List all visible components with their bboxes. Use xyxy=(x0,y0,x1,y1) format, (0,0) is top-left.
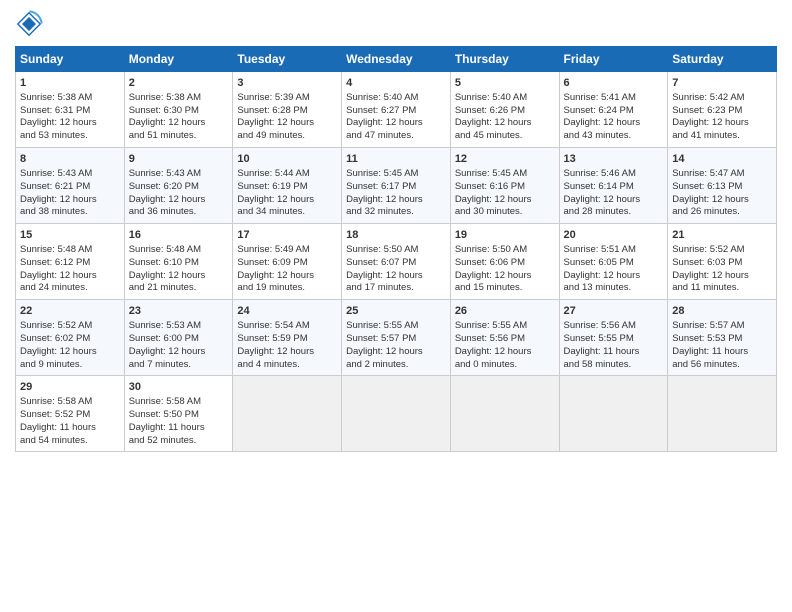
col-header-friday: Friday xyxy=(559,47,668,72)
logo xyxy=(15,10,47,38)
calendar-cell: 11Sunrise: 5:45 AMSunset: 6:17 PMDayligh… xyxy=(342,148,451,224)
day-number: 19 xyxy=(455,228,555,243)
calendar-cell: 6Sunrise: 5:41 AMSunset: 6:24 PMDaylight… xyxy=(559,72,668,148)
day-number: 3 xyxy=(237,76,337,91)
calendar-cell: 2Sunrise: 5:38 AMSunset: 6:30 PMDaylight… xyxy=(124,72,233,148)
day-number: 28 xyxy=(672,304,772,319)
day-number: 21 xyxy=(672,228,772,243)
day-number: 29 xyxy=(20,380,120,395)
day-number: 14 xyxy=(672,152,772,167)
day-number: 11 xyxy=(346,152,446,167)
calendar-cell: 17Sunrise: 5:49 AMSunset: 6:09 PMDayligh… xyxy=(233,224,342,300)
day-number: 2 xyxy=(129,76,229,91)
day-number: 8 xyxy=(20,152,120,167)
calendar-cell: 8Sunrise: 5:43 AMSunset: 6:21 PMDaylight… xyxy=(16,148,125,224)
day-number: 6 xyxy=(564,76,664,91)
logo-icon xyxy=(15,10,43,38)
day-number: 9 xyxy=(129,152,229,167)
calendar-cell: 30Sunrise: 5:58 AMSunset: 5:50 PMDayligh… xyxy=(124,376,233,452)
calendar-cell: 20Sunrise: 5:51 AMSunset: 6:05 PMDayligh… xyxy=(559,224,668,300)
day-number: 27 xyxy=(564,304,664,319)
calendar-cell: 13Sunrise: 5:46 AMSunset: 6:14 PMDayligh… xyxy=(559,148,668,224)
calendar-row: 22Sunrise: 5:52 AMSunset: 6:02 PMDayligh… xyxy=(16,300,777,376)
calendar-cell: 3Sunrise: 5:39 AMSunset: 6:28 PMDaylight… xyxy=(233,72,342,148)
calendar-cell xyxy=(668,376,777,452)
calendar-cell: 4Sunrise: 5:40 AMSunset: 6:27 PMDaylight… xyxy=(342,72,451,148)
day-number: 25 xyxy=(346,304,446,319)
day-number: 4 xyxy=(346,76,446,91)
day-number: 26 xyxy=(455,304,555,319)
calendar-cell: 24Sunrise: 5:54 AMSunset: 5:59 PMDayligh… xyxy=(233,300,342,376)
header xyxy=(15,10,777,38)
calendar-cell: 7Sunrise: 5:42 AMSunset: 6:23 PMDaylight… xyxy=(668,72,777,148)
calendar-cell: 26Sunrise: 5:55 AMSunset: 5:56 PMDayligh… xyxy=(450,300,559,376)
calendar-cell: 19Sunrise: 5:50 AMSunset: 6:06 PMDayligh… xyxy=(450,224,559,300)
calendar-table: SundayMondayTuesdayWednesdayThursdayFrid… xyxy=(15,46,777,452)
day-number: 16 xyxy=(129,228,229,243)
day-number: 7 xyxy=(672,76,772,91)
calendar-cell: 25Sunrise: 5:55 AMSunset: 5:57 PMDayligh… xyxy=(342,300,451,376)
day-number: 22 xyxy=(20,304,120,319)
calendar-cell: 16Sunrise: 5:48 AMSunset: 6:10 PMDayligh… xyxy=(124,224,233,300)
calendar-cell: 15Sunrise: 5:48 AMSunset: 6:12 PMDayligh… xyxy=(16,224,125,300)
calendar-row: 29Sunrise: 5:58 AMSunset: 5:52 PMDayligh… xyxy=(16,376,777,452)
calendar-cell: 12Sunrise: 5:45 AMSunset: 6:16 PMDayligh… xyxy=(450,148,559,224)
page: SundayMondayTuesdayWednesdayThursdayFrid… xyxy=(0,0,792,612)
calendar-cell xyxy=(233,376,342,452)
col-header-tuesday: Tuesday xyxy=(233,47,342,72)
calendar-cell xyxy=(450,376,559,452)
header-row: SundayMondayTuesdayWednesdayThursdayFrid… xyxy=(16,47,777,72)
calendar-cell: 23Sunrise: 5:53 AMSunset: 6:00 PMDayligh… xyxy=(124,300,233,376)
day-number: 20 xyxy=(564,228,664,243)
day-number: 24 xyxy=(237,304,337,319)
calendar-cell: 14Sunrise: 5:47 AMSunset: 6:13 PMDayligh… xyxy=(668,148,777,224)
calendar-row: 1Sunrise: 5:38 AMSunset: 6:31 PMDaylight… xyxy=(16,72,777,148)
calendar-cell: 1Sunrise: 5:38 AMSunset: 6:31 PMDaylight… xyxy=(16,72,125,148)
calendar-row: 8Sunrise: 5:43 AMSunset: 6:21 PMDaylight… xyxy=(16,148,777,224)
day-number: 1 xyxy=(20,76,120,91)
day-number: 12 xyxy=(455,152,555,167)
day-number: 10 xyxy=(237,152,337,167)
day-number: 18 xyxy=(346,228,446,243)
day-number: 5 xyxy=(455,76,555,91)
calendar-cell: 9Sunrise: 5:43 AMSunset: 6:20 PMDaylight… xyxy=(124,148,233,224)
col-header-saturday: Saturday xyxy=(668,47,777,72)
calendar-cell: 5Sunrise: 5:40 AMSunset: 6:26 PMDaylight… xyxy=(450,72,559,148)
calendar-cell: 29Sunrise: 5:58 AMSunset: 5:52 PMDayligh… xyxy=(16,376,125,452)
day-number: 30 xyxy=(129,380,229,395)
day-number: 15 xyxy=(20,228,120,243)
calendar-cell: 21Sunrise: 5:52 AMSunset: 6:03 PMDayligh… xyxy=(668,224,777,300)
calendar-cell: 10Sunrise: 5:44 AMSunset: 6:19 PMDayligh… xyxy=(233,148,342,224)
calendar-cell: 28Sunrise: 5:57 AMSunset: 5:53 PMDayligh… xyxy=(668,300,777,376)
calendar-cell xyxy=(342,376,451,452)
col-header-sunday: Sunday xyxy=(16,47,125,72)
calendar-cell: 18Sunrise: 5:50 AMSunset: 6:07 PMDayligh… xyxy=(342,224,451,300)
day-number: 23 xyxy=(129,304,229,319)
col-header-monday: Monday xyxy=(124,47,233,72)
col-header-thursday: Thursday xyxy=(450,47,559,72)
day-number: 13 xyxy=(564,152,664,167)
calendar-cell xyxy=(559,376,668,452)
calendar-cell: 27Sunrise: 5:56 AMSunset: 5:55 PMDayligh… xyxy=(559,300,668,376)
calendar-cell: 22Sunrise: 5:52 AMSunset: 6:02 PMDayligh… xyxy=(16,300,125,376)
calendar-row: 15Sunrise: 5:48 AMSunset: 6:12 PMDayligh… xyxy=(16,224,777,300)
day-number: 17 xyxy=(237,228,337,243)
col-header-wednesday: Wednesday xyxy=(342,47,451,72)
